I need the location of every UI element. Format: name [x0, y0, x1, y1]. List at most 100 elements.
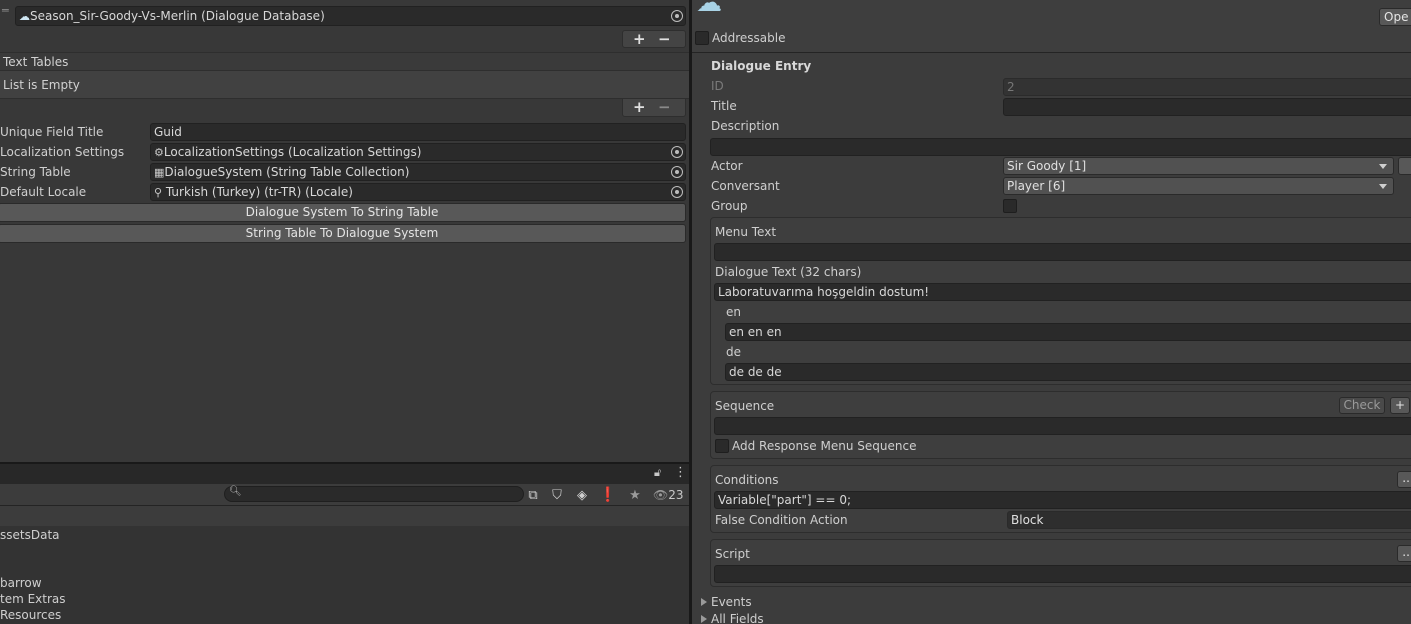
conditions-label: Conditions — [715, 473, 779, 487]
more-options-icon[interactable]: ⋮ — [674, 465, 687, 480]
conditions-wizard-button[interactable]: ... — [1397, 471, 1411, 488]
string-table-value: DialogueSystem (String Table Collection) — [164, 165, 410, 179]
lang-de-input[interactable]: de de de — [725, 363, 1411, 381]
hidden-packages-counter[interactable]: 👁︎23 — [653, 488, 684, 502]
list-item[interactable]: ssetsData — [0, 526, 60, 544]
string-table-label: String Table — [0, 165, 71, 179]
object-picker-icon[interactable] — [671, 146, 683, 158]
row-localization-settings: Localization Settings ⚙LocalizationSetti… — [0, 142, 689, 162]
text-tables-label: Text Tables — [3, 55, 69, 69]
addressable-checkbox[interactable] — [695, 31, 709, 45]
string-table-icon: ▦ — [154, 166, 165, 179]
default-locale-value: Turkish (Turkey) (tr-TR) (Locale) — [165, 185, 353, 199]
script-label: Script — [715, 547, 750, 561]
filter-by-type-icon[interactable]: ⛉ — [548, 486, 566, 504]
search-icon: 🔍︎ — [229, 486, 242, 497]
object-picker-icon[interactable] — [671, 186, 683, 198]
description-input[interactable] — [710, 138, 1411, 156]
sequence-group-box: Sequence Check + Add Response Menu Seque… — [710, 391, 1411, 459]
default-locale-field[interactable]: ⚲ Turkish (Turkey) (tr-TR) (Locale) — [150, 183, 686, 201]
favorite-star-icon[interactable]: ★ — [626, 486, 644, 504]
dialogue-system-to-string-table-button[interactable]: Dialogue System To String Table — [0, 203, 686, 222]
sequence-input[interactable] — [714, 417, 1411, 435]
lang-en-input[interactable]: en en en — [725, 323, 1411, 341]
description-label: Description — [711, 119, 780, 133]
addressable-label: Addressable — [712, 31, 786, 45]
dialogue-entry-title: Dialogue Entry — [711, 59, 812, 73]
add-response-checkbox[interactable] — [715, 439, 729, 453]
group-checkbox[interactable] — [1003, 199, 1017, 213]
sequence-label: Sequence — [715, 399, 775, 413]
eye-icon: 👁︎ — [653, 488, 669, 502]
list-empty-label: List is Empty — [3, 78, 80, 92]
actor-label: Actor — [711, 159, 743, 173]
conversant-dropdown[interactable]: Player [6] — [1003, 177, 1394, 195]
false-condition-action-label: False Condition Action — [715, 513, 848, 527]
object-picker-icon[interactable] — [671, 10, 683, 22]
all-fields-foldout-icon[interactable] — [701, 615, 707, 623]
text-tables-header[interactable]: Text Tables — [0, 52, 689, 71]
script-group-box: Script ... — [710, 539, 1411, 587]
false-condition-action-value: Block — [1011, 513, 1044, 527]
left-panel: ═ ☁Season_Sir-Goody-Vs-Merlin (Dialogue … — [0, 0, 689, 462]
actor-extra-button[interactable] — [1398, 157, 1411, 175]
add-remove-bar-2: + − — [622, 98, 686, 117]
title-input[interactable] — [1003, 98, 1411, 116]
id-field: 2 — [1003, 78, 1411, 96]
database-field-value: Season_Sir-Goody-Vs-Merlin (Dialogue Dat… — [30, 9, 325, 23]
group-label: Group — [711, 199, 748, 213]
object-picker-icon[interactable] — [671, 166, 683, 178]
lock-icon[interactable]: 🔓︎ — [654, 466, 661, 480]
database-icon: ☁ — [19, 10, 30, 23]
sequence-add-button[interactable]: + — [1390, 397, 1410, 414]
events-foldout[interactable]: Events — [711, 593, 752, 611]
check-button[interactable]: Check — [1339, 397, 1385, 414]
title-label: Title — [711, 99, 737, 113]
list-item[interactable]: Resources — [0, 606, 61, 624]
localization-settings-field[interactable]: ⚙LocalizationSettings (Localization Sett… — [150, 143, 686, 161]
drag-handle-icon[interactable]: ═ — [2, 4, 9, 17]
id-label: ID — [711, 79, 724, 93]
add-button[interactable]: + — [633, 30, 646, 48]
remove-button[interactable]: − — [658, 98, 671, 116]
chevron-down-icon — [1379, 164, 1387, 169]
asset-icon: ☁ — [696, 0, 722, 18]
unique-field-title-input[interactable]: Guid — [150, 123, 686, 141]
search-by-type-icon[interactable]: ⧉ — [524, 486, 542, 504]
settings-asset-icon: ⚙ — [154, 146, 164, 159]
conditions-group-box: Conditions ... Variable["part"] == 0; Fa… — [710, 465, 1411, 533]
string-table-to-dialogue-system-button[interactable]: String Table To Dialogue System — [0, 224, 686, 243]
project-toolbar: 🔍︎ ⧉ ⛉ ◈ ❗ ★ 👁︎23 — [0, 484, 689, 506]
string-table-field[interactable]: ▦DialogueSystem (String Table Collection… — [150, 163, 686, 181]
add-remove-bar-1: + − — [622, 30, 686, 48]
events-foldout-icon[interactable] — [701, 598, 707, 606]
add-response-label: Add Response Menu Sequence — [732, 439, 917, 453]
actor-dropdown[interactable]: Sir Goody [1] — [1003, 157, 1394, 175]
conversant-value: Player [6] — [1007, 179, 1066, 193]
add-button[interactable]: + — [633, 98, 646, 116]
dialogue-text-input[interactable]: Laboratuvarıma hoşgeldin dostum! — [714, 283, 1411, 301]
all-fields-foldout[interactable]: All Fields — [711, 610, 764, 624]
localization-settings-value: LocalizationSettings (Localization Setti… — [163, 145, 422, 159]
conditions-input[interactable]: Variable["part"] == 0; — [714, 491, 1411, 509]
project-breadcrumb-bar — [0, 506, 689, 526]
menu-text-label: Menu Text — [715, 225, 777, 239]
menu-text-input[interactable] — [714, 243, 1411, 261]
database-field[interactable]: ☁Season_Sir-Goody-Vs-Merlin (Dialogue Da… — [15, 6, 686, 26]
unique-field-title-label: Unique Field Title — [0, 125, 104, 139]
row-default-locale: Default Locale ⚲ Turkish (Turkey) (tr-TR… — [0, 182, 689, 202]
script-input[interactable] — [714, 565, 1411, 583]
open-button[interactable]: Ope — [1379, 8, 1411, 26]
row-string-table: String Table ▦DialogueSystem (String Tab… — [0, 162, 689, 182]
project-search-input[interactable]: 🔍︎ — [224, 486, 524, 502]
inspector-panel: ☁ Ope Addressable Dialogue Entry ID 2 Ti… — [692, 0, 1411, 624]
script-wizard-button[interactable]: ... — [1397, 545, 1411, 562]
project-tab-bar: 🔓︎ ⋮ — [0, 464, 689, 484]
remove-button[interactable]: − — [658, 30, 671, 48]
default-locale-label: Default Locale — [0, 185, 87, 199]
false-condition-action-dropdown[interactable]: Block — [1007, 511, 1411, 529]
filter-by-label-icon[interactable]: ◈ — [573, 486, 591, 504]
localization-settings-label: Localization Settings — [0, 145, 125, 159]
warning-filter-icon[interactable]: ❗ — [599, 486, 617, 504]
project-list: ssetsData barrow tem Extras Resources — [0, 526, 689, 624]
